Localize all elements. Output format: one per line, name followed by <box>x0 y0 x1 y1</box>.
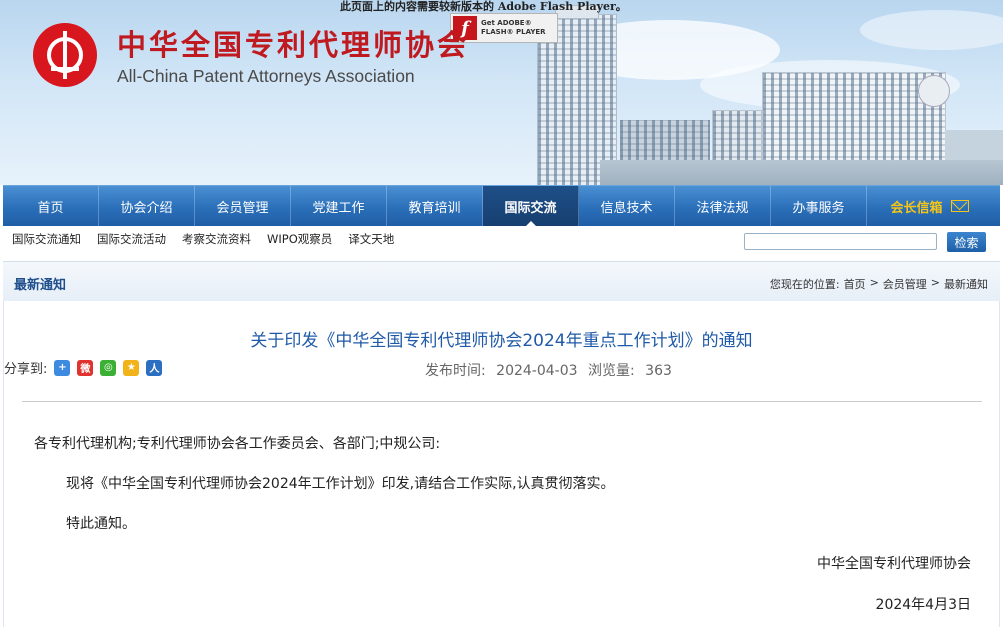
article-signature: 中华全国专利代理师协会 <box>817 556 971 572</box>
search-input[interactable] <box>744 233 937 250</box>
association-logo-icon[interactable] <box>33 23 97 87</box>
nav-item-international[interactable]: 国际交流 <box>483 186 579 227</box>
nav-item-education[interactable]: 教育培训 <box>387 186 483 226</box>
nav-item-laws[interactable]: 法律法规 <box>675 186 771 226</box>
article-salutation: 各专利代理机构;专利代理师协会各工作委员会、各部门;中规公司: <box>34 436 441 452</box>
share-bar: 分享到: + 微 ◎ ★ 人 <box>4 358 163 377</box>
content-header-bar: 最新通知 您现在的位置: 首页 > 会员管理 > 最新通知 <box>3 261 1000 301</box>
weibo-icon[interactable]: 微 <box>77 359 94 376</box>
section-title: 最新通知 <box>14 278 67 293</box>
flash-notice-text: 此页面上的内容需要较新版本的 Adobe Flash Player。 <box>340 0 627 13</box>
nav-item-president-mailbox[interactable]: 会长信箱 <box>867 186 992 226</box>
article-body: 现将《中华全国专利代理师协会2024年工作计划》印发,请结合工作实际,认真贯彻落… <box>66 476 615 492</box>
article-meta: 发布时间: 2024-04-03 浏览量: 363 <box>425 360 678 380</box>
wechat-icon[interactable]: ◎ <box>100 359 117 376</box>
views-count: 363 <box>645 363 672 379</box>
subnav-item-materials[interactable]: 考察交流资料 <box>182 231 251 247</box>
qzone-icon[interactable]: ★ <box>123 359 140 376</box>
subnav-item-notices[interactable]: 国际交流通知 <box>12 231 81 247</box>
org-name-cn: 中华全国专利代理师协会 <box>117 28 470 62</box>
subnav-item-translations[interactable]: 译文天地 <box>348 231 394 247</box>
subnav-item-wipo[interactable]: WIPO观察员 <box>267 231 332 247</box>
mailbox-label: 会长信箱 <box>890 200 943 216</box>
share-more-icon[interactable]: + <box>54 359 71 376</box>
sub-nav: 国际交流通知 国际交流活动 考察交流资料 WIPO观察员 译文天地 <box>12 231 394 247</box>
article-date: 2024年4月3日 <box>875 597 971 613</box>
mail-icon <box>950 200 969 212</box>
article-closing: 特此通知。 <box>66 516 136 532</box>
share-label: 分享到: <box>4 362 48 377</box>
publish-date: 2024-04-03 <box>496 363 578 379</box>
building-image <box>600 160 1003 185</box>
renren-icon[interactable]: 人 <box>146 359 163 376</box>
breadcrumb-members[interactable]: 会员管理 <box>883 276 927 292</box>
breadcrumb-prefix: 您现在的位置: <box>769 278 840 291</box>
divider <box>22 401 982 402</box>
nav-item-about[interactable]: 协会介绍 <box>99 186 195 226</box>
breadcrumb-separator: > <box>930 276 940 289</box>
breadcrumb-separator: > <box>869 276 879 289</box>
nav-item-home[interactable]: 首页 <box>3 186 99 226</box>
nav-item-party[interactable]: 党建工作 <box>291 186 387 226</box>
subnav-item-activities[interactable]: 国际交流活动 <box>97 231 166 247</box>
cloud-decoration <box>860 10 1003 50</box>
nav-item-info-tech[interactable]: 信息技术 <box>579 186 675 226</box>
breadcrumb-current[interactable]: 最新通知 <box>944 276 988 292</box>
nav-item-services[interactable]: 办事服务 <box>771 186 867 226</box>
publish-label: 发布时间: <box>425 363 486 379</box>
flash-badge-line2: FLASH® PLAYER <box>481 28 546 36</box>
main-nav: 首页 协会介绍 会员管理 党建工作 教育培训 国际交流 信息技术 法律法规 办事… <box>3 185 1000 227</box>
search-button[interactable]: 检索 <box>947 232 986 252</box>
nav-item-members[interactable]: 会员管理 <box>195 186 291 226</box>
breadcrumb-home[interactable]: 首页 <box>844 276 866 292</box>
org-name-en: All-China Patent Attorneys Association <box>117 66 415 86</box>
views-label: 浏览量: <box>588 363 635 379</box>
article-title: 关于印发《中华全国专利代理师协会2024年重点工作计划》的通知 <box>250 331 753 351</box>
breadcrumb: 您现在的位置: 首页 > 会员管理 > 最新通知 <box>770 276 988 292</box>
header-banner: 此页面上的内容需要较新版本的 Adobe Flash Player。 f Get… <box>0 0 1003 185</box>
flash-badge-line1: Get ADOBE® <box>481 19 532 27</box>
building-image <box>918 75 950 107</box>
